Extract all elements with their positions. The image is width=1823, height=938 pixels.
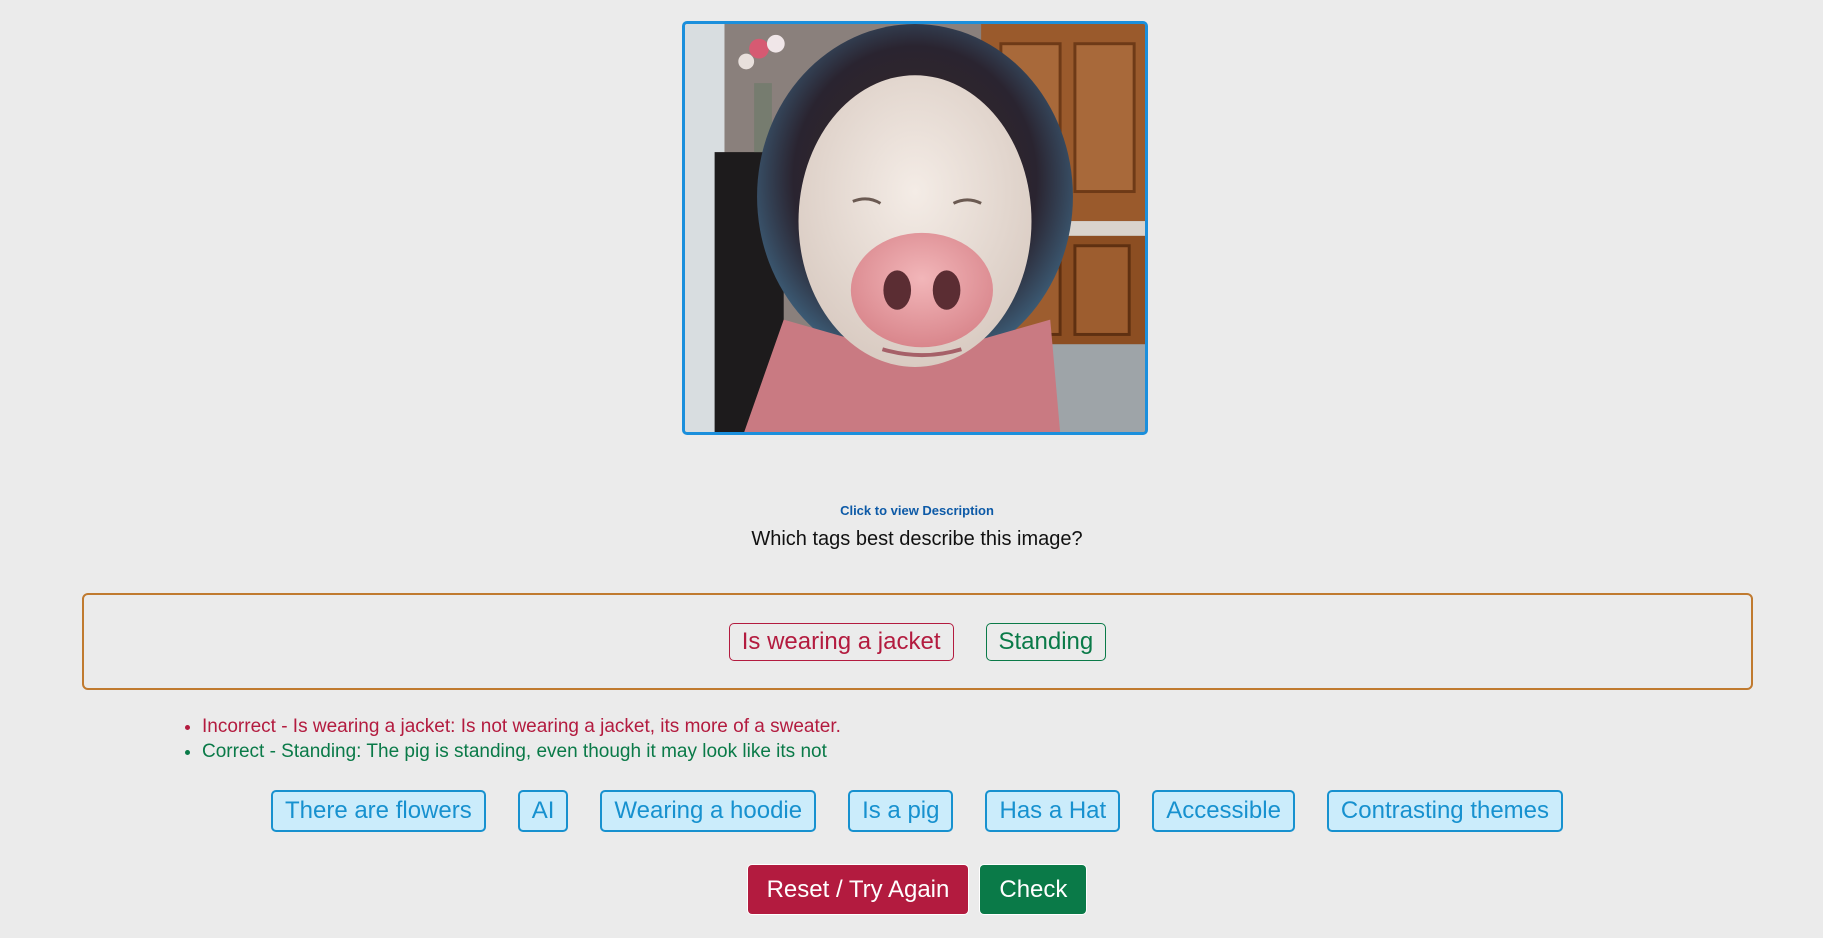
selected-tags-drop-zone[interactable]: Is wearing a jacket Standing: [82, 593, 1753, 690]
tag-contrasting-themes[interactable]: Contrasting themes: [1326, 790, 1564, 832]
action-buttons: Reset / Try Again Check: [0, 865, 1823, 914]
feedback-list: Incorrect - Is wearing a jacket: Is not …: [170, 714, 841, 764]
feedback-item-incorrect: Incorrect - Is wearing a jacket: Is not …: [202, 714, 841, 739]
tag-accessible[interactable]: Accessible: [1152, 790, 1295, 832]
tag-has-a-hat[interactable]: Has a Hat: [985, 790, 1121, 832]
tag-is-a-pig[interactable]: Is a pig: [848, 790, 954, 832]
tag-there-are-flowers[interactable]: There are flowers: [270, 790, 486, 832]
selected-tag-is-wearing-a-jacket[interactable]: Is wearing a jacket: [728, 622, 954, 661]
view-description-link[interactable]: Click to view Description: [0, 503, 1823, 518]
tag-wearing-a-hoodie[interactable]: Wearing a hoodie: [600, 790, 817, 832]
question-prompt: Which tags best describe this image?: [751, 528, 1083, 550]
pig-photo: [682, 21, 1148, 435]
available-tags: There are flowers AI Wearing a hoodie Is…: [0, 790, 1823, 832]
feedback-item-correct: Correct - Standing: The pig is standing,…: [202, 739, 841, 764]
check-button[interactable]: Check: [980, 865, 1087, 914]
tag-ai[interactable]: AI: [517, 790, 569, 832]
selected-tag-standing[interactable]: Standing: [985, 622, 1107, 661]
reset-button[interactable]: Reset / Try Again: [747, 865, 969, 914]
